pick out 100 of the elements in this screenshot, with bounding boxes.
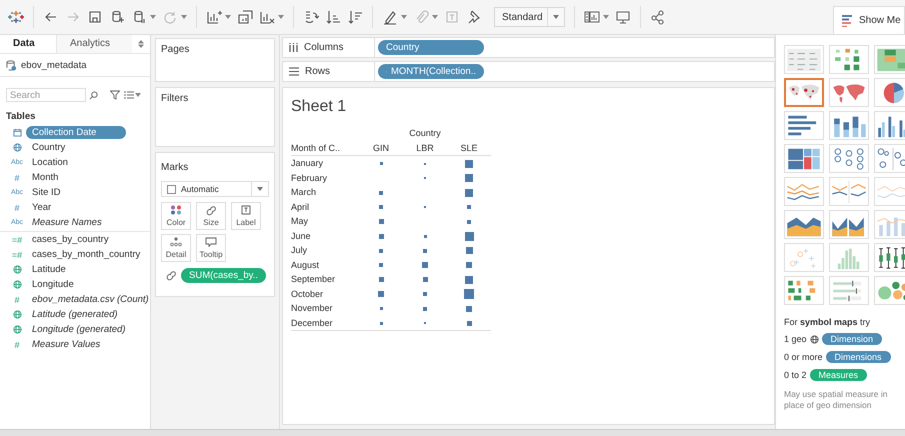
field-item[interactable]: Measure Names: [28, 216, 106, 229]
area-chart-option[interactable]: [784, 210, 824, 239]
square-mark: [379, 190, 383, 195]
detail-button[interactable]: Detail: [161, 234, 191, 262]
box-plot-chart-option[interactable]: [874, 243, 905, 272]
caret-icon[interactable]: [401, 15, 407, 19]
color-button[interactable]: Color: [161, 202, 191, 230]
share-icon[interactable]: [650, 9, 666, 25]
save-icon[interactable]: [87, 9, 103, 25]
field-item[interactable]: Location: [28, 156, 72, 169]
square-mark: [378, 277, 384, 282]
field-type-glyph: =#: [12, 234, 22, 244]
square-mark: [423, 292, 427, 296]
chart-icon[interactable]: [842, 14, 854, 26]
highlight-table-chart-option[interactable]: [874, 45, 905, 74]
mark-type-dropdown[interactable]: Automatic: [161, 181, 269, 197]
caret-icon[interactable]: [257, 187, 263, 191]
field-item[interactable]: ebov_metadata.csv (Count): [28, 293, 153, 306]
search-icon[interactable]: [89, 90, 98, 100]
dual-lines-chart-option[interactable]: [829, 177, 869, 206]
highlight-icon[interactable]: [382, 9, 398, 25]
logo-icon[interactable]: [8, 9, 24, 25]
swap-icon[interactable]: [303, 9, 319, 25]
sheet-title: Sheet 1: [291, 98, 348, 116]
area-split-chart-option[interactable]: [829, 210, 869, 239]
show-me-tab[interactable]: Show Me: [833, 6, 905, 34]
tooltip-button[interactable]: Tooltip: [196, 234, 226, 262]
caret-icon[interactable]: [278, 15, 284, 19]
sort-arrows-icon[interactable]: [138, 40, 144, 48]
text-table-chart-option[interactable]: [784, 45, 824, 74]
square-mark: [423, 306, 427, 311]
duplicate-sheet-icon[interactable]: [237, 9, 253, 25]
filter-icon[interactable]: [110, 90, 120, 100]
sort-descending-icon[interactable]: [347, 9, 363, 25]
text-label-icon: [241, 205, 251, 216]
caret-icon[interactable]: [432, 15, 438, 19]
field-item[interactable]: Longitude (generated): [28, 323, 130, 336]
square-mark: [423, 248, 427, 253]
column-group-header: Country: [409, 128, 441, 138]
field-type-glyph: #: [14, 340, 20, 350]
size-button[interactable]: Size: [196, 202, 226, 230]
dimension-pill[interactable]: Country: [378, 40, 484, 55]
caret-icon[interactable]: [150, 15, 156, 19]
square-mark: [467, 220, 471, 224]
lines-chart-option[interactable]: [784, 177, 824, 206]
field-item[interactable]: Latitude (generated): [28, 308, 122, 321]
dimension-pill[interactable]: MONTH(Collection..: [378, 64, 484, 79]
field-item[interactable]: cases_by_country: [28, 233, 113, 246]
caret-icon[interactable]: [225, 15, 231, 19]
dimension-pill: Dimension: [822, 333, 882, 345]
field-item[interactable]: Site ID: [28, 186, 65, 199]
treemap-chart-option[interactable]: [784, 144, 824, 173]
fit-dropdown[interactable]: Standard: [494, 7, 565, 27]
square-mark: [466, 306, 472, 312]
dimension-pill: Dimensions: [826, 351, 891, 363]
month-label: September: [291, 274, 336, 284]
field-item[interactable]: Measure Values: [28, 338, 104, 351]
new-sheet-icon[interactable]: [206, 9, 222, 25]
shelf-label: Columns: [304, 42, 344, 53]
field-item[interactable]: Longitude: [28, 278, 78, 291]
field-item[interactable]: Month: [28, 171, 62, 184]
show-cards-icon[interactable]: [584, 9, 600, 25]
field-item[interactable]: cases_by_month_country: [28, 248, 144, 261]
list-view-icon[interactable]: [124, 91, 134, 99]
pin-icon[interactable]: [466, 9, 482, 25]
color-dots-icon: [170, 205, 182, 216]
field-item[interactable]: Year: [28, 201, 56, 214]
requirement-count: 0 or more: [784, 352, 823, 362]
label-button[interactable]: Label: [231, 202, 261, 230]
datasource-name[interactable]: ebov_metadata: [21, 60, 86, 70]
gantt-chart-option[interactable]: [784, 276, 824, 305]
field-item[interactable]: Collection Date: [26, 126, 126, 139]
month-label: December: [291, 318, 333, 328]
pie-chart-option[interactable]: [874, 78, 905, 107]
side-bar-chart-option[interactable]: [874, 111, 905, 140]
clear-sheet-icon[interactable]: [259, 9, 275, 25]
hint-text: For symbol maps try: [784, 317, 872, 327]
field-item[interactable]: Latitude: [28, 263, 70, 276]
stacked-bar-chart-option[interactable]: [829, 111, 869, 140]
circles-chart-option[interactable]: [829, 144, 869, 173]
month-label: October: [291, 288, 324, 299]
size-icon: [166, 270, 177, 281]
sort-ascending-icon[interactable]: [325, 9, 341, 25]
side-circles-chart-option[interactable]: [874, 144, 905, 173]
square-mark: [466, 320, 472, 326]
pane-tab[interactable]: Analytics: [57, 35, 132, 53]
square-mark: [464, 289, 474, 300]
caret-icon[interactable]: [135, 93, 141, 97]
symbol-map-chart-option[interactable]: [784, 78, 824, 107]
heat-map-chart-option[interactable]: [829, 45, 869, 74]
search-field[interactable]: Search: [6, 88, 86, 102]
section-heading: Tables: [5, 110, 36, 124]
month-label: November: [291, 303, 333, 314]
caret-icon[interactable]: [181, 15, 187, 19]
square-mark: [379, 263, 383, 268]
filled-map-chart-option[interactable]: [829, 78, 869, 107]
presentation-icon[interactable]: [615, 9, 631, 25]
caret-icon[interactable]: [603, 15, 609, 19]
field-item[interactable]: Country: [28, 141, 70, 154]
hbar-chart-option[interactable]: [784, 111, 824, 140]
